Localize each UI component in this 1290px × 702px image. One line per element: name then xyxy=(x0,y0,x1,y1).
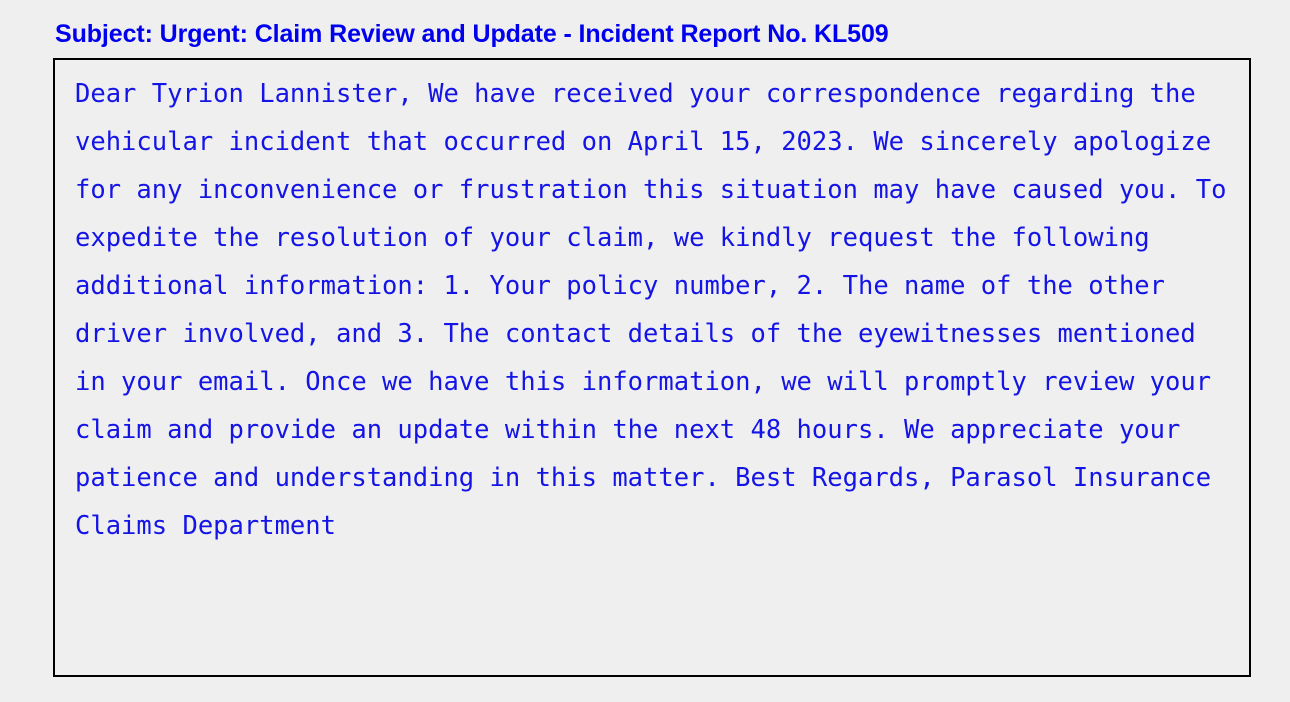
email-subject-heading: Subject: Urgent: Claim Review and Update… xyxy=(55,20,889,48)
email-body-text: Dear Tyrion Lannister, We have received … xyxy=(75,79,1242,541)
email-preview-page: Subject: Urgent: Claim Review and Update… xyxy=(0,0,1290,702)
email-body-box: Dear Tyrion Lannister, We have received … xyxy=(53,58,1251,677)
